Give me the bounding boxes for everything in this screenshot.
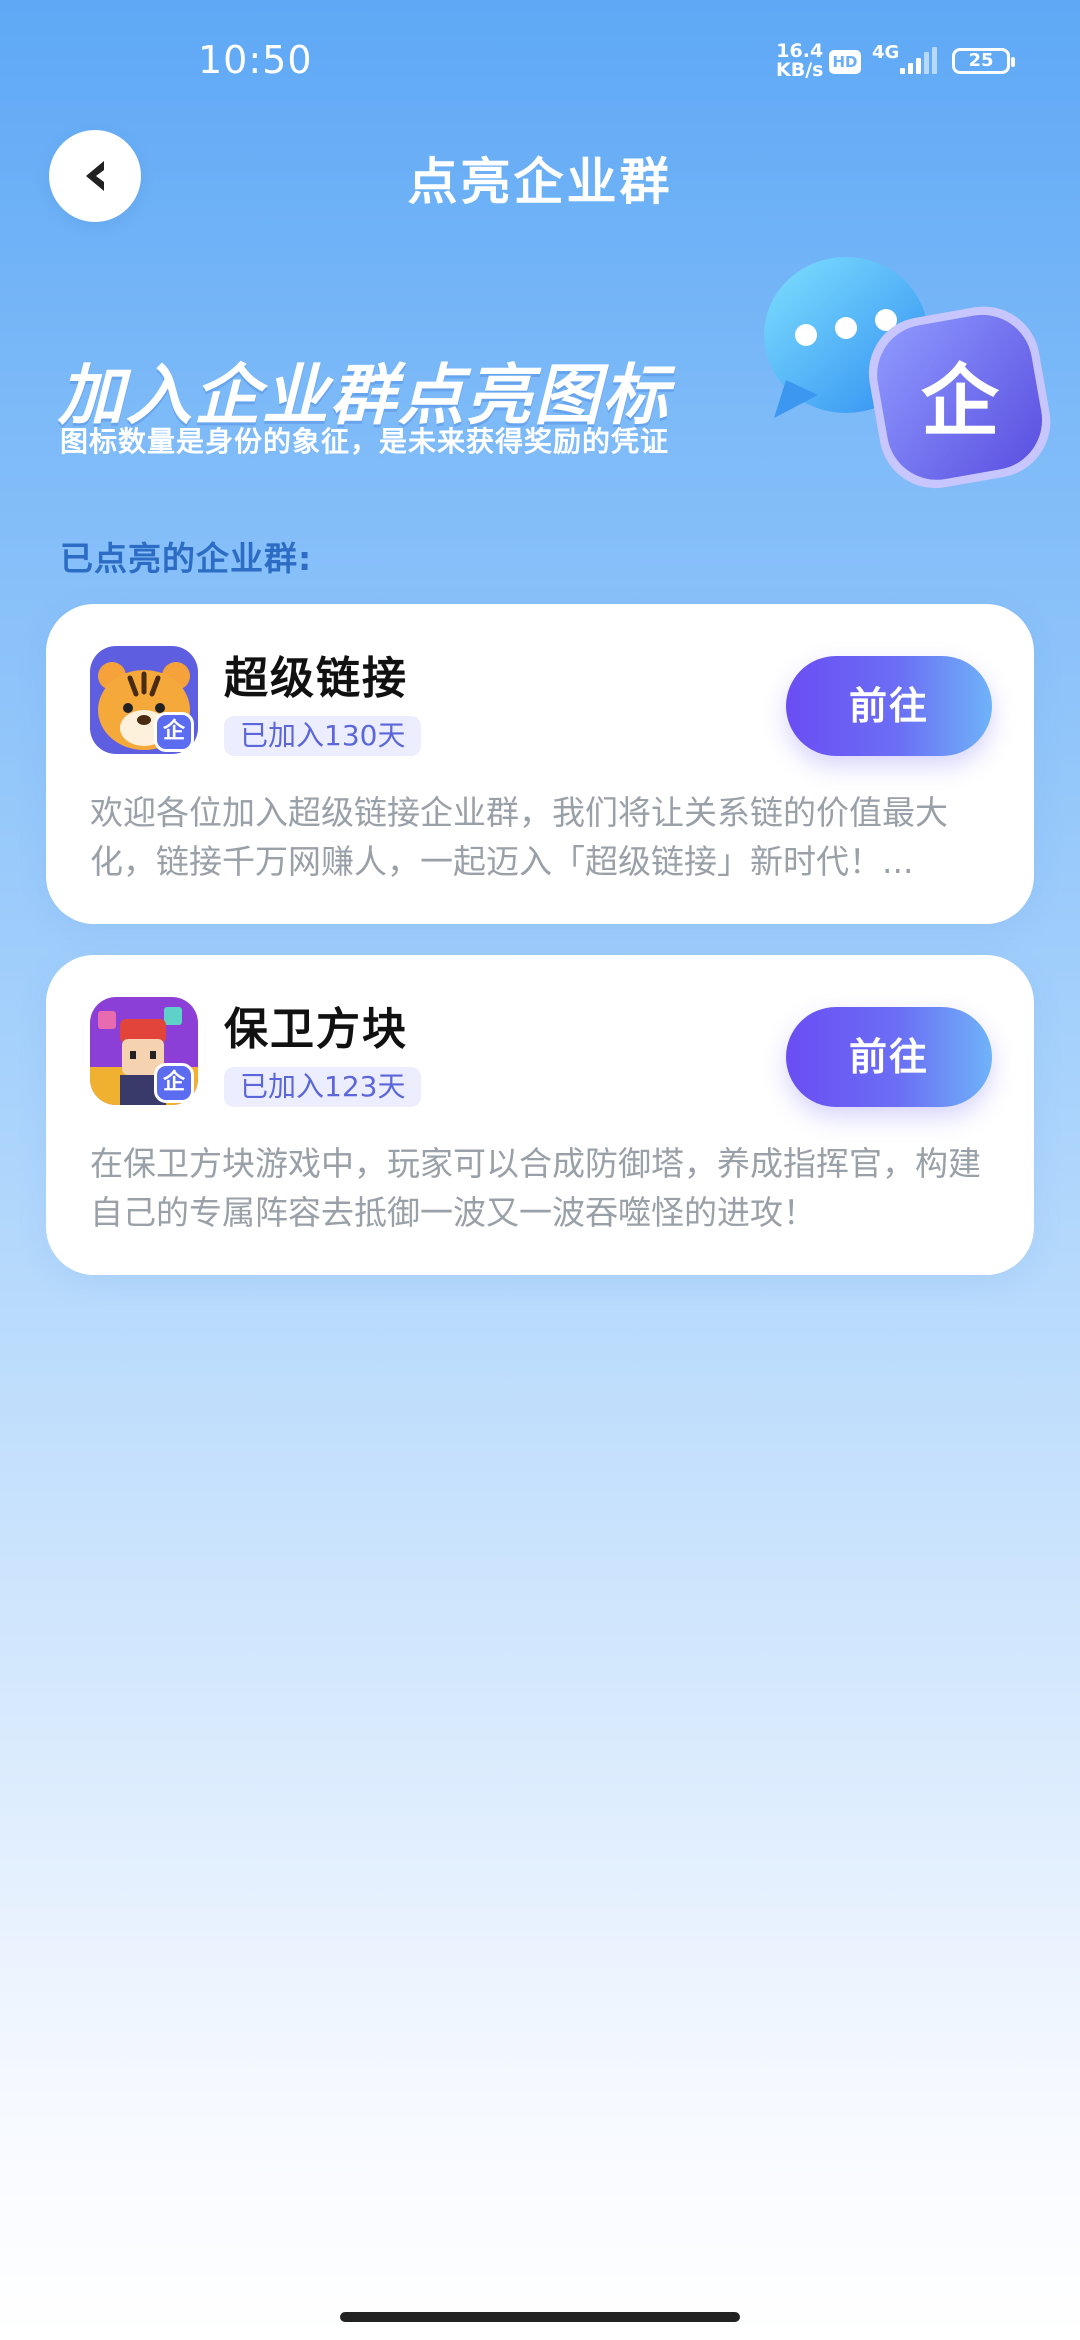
group-title: 超级链接 [224, 653, 408, 704]
section-label: 已点亮的企业群: [60, 539, 313, 578]
hd-icon: HD [829, 50, 861, 74]
group-description: 欢迎各位加入超级链接企业群，我们将让关系链的价值最大化，链接千万网赚人，一起迈入… [90, 793, 948, 881]
enterprise-badge-icon: 企 [154, 1063, 194, 1103]
go-button[interactable]: 前往 [786, 656, 992, 756]
status-bar: 10:50 16.4 KB/s HD 4G 25 [0, 0, 1080, 120]
group-description: 在保卫方块游戏中，玩家可以合成防御塔，养成指挥官，构建自己的专属阵容去抵御一波又… [90, 1144, 981, 1232]
home-indicator[interactable] [340, 2312, 740, 2322]
hero-subtitle: 图标数量是身份的象征，是未来获得奖励的凭证 [60, 425, 670, 458]
enterprise-chat-icon: 企 [764, 257, 1051, 489]
group-card[interactable]: 企 超级链接 已加入130天 前往 欢迎各位加入超级链接企业群，我们将让关系链的… [46, 604, 1034, 924]
network-speed-unit: KB/s [776, 59, 824, 81]
page-title: 点亮企业群 [407, 153, 673, 211]
group-title: 保卫方块 [224, 1004, 408, 1055]
joined-days-badge: 已加入123天 [224, 1067, 422, 1107]
battery-icon: 25 [952, 48, 1015, 74]
network-speed: 16.4 KB/s [776, 42, 823, 80]
group-card[interactable]: 企 保卫方块 已加入123天 前往 在保卫方块游戏中，玩家可以合成防御塔，养成指… [46, 955, 1034, 1275]
status-time: 10:50 [198, 38, 313, 82]
go-button[interactable]: 前往 [786, 1007, 992, 1107]
joined-days-badge: 已加入130天 [224, 716, 422, 756]
hero-badge-glyph: 企 [921, 357, 1000, 447]
enterprise-badge-icon: 企 [154, 712, 194, 752]
network-type: 4G [872, 42, 900, 63]
signal-icon [900, 47, 937, 74]
